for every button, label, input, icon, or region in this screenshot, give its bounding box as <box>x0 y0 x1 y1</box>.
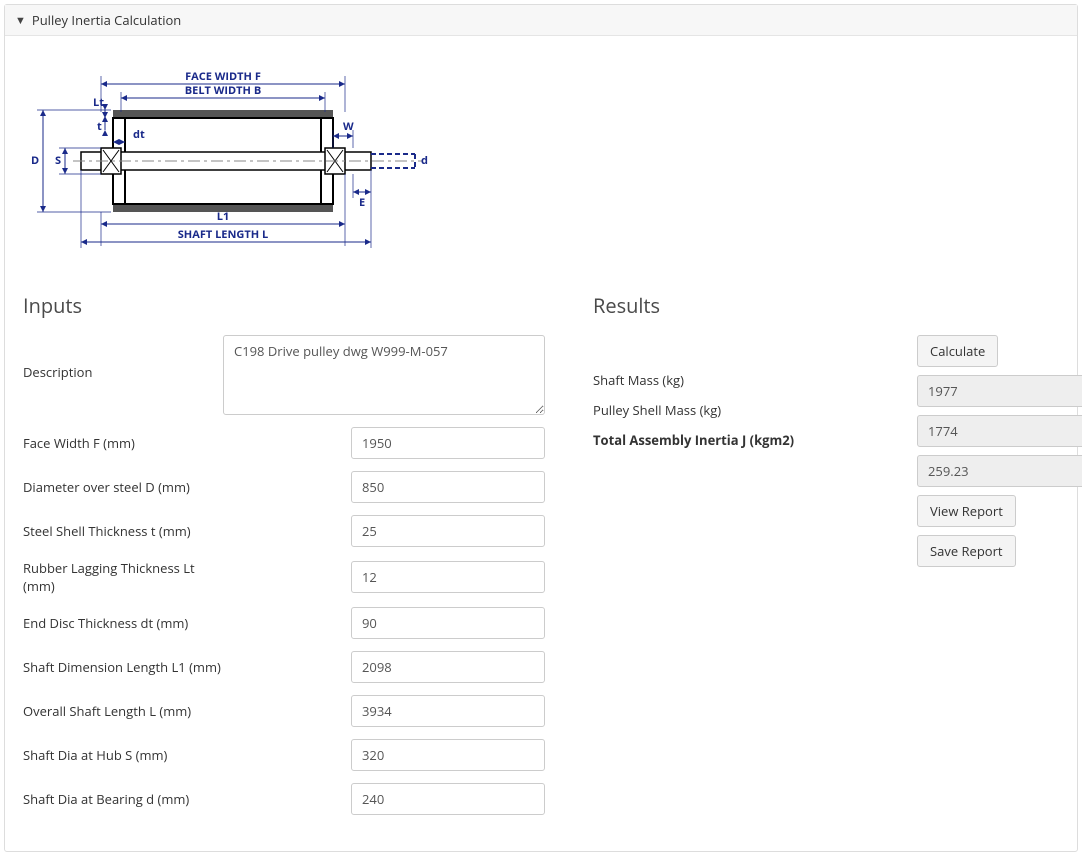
result-value: 1977 <box>917 375 1082 407</box>
inputs-heading: Inputs <box>23 292 545 319</box>
result-label: Total Assembly Inertia J (kgm2) <box>593 431 893 449</box>
input-field[interactable] <box>351 471 545 503</box>
result-label: Shaft Mass (kg) <box>593 371 893 389</box>
results-section: Results Shaft Mass (kg) Pulley Shell Mass… <box>593 292 1082 827</box>
input-label: Overall Shaft Length L (mm) <box>23 702 223 720</box>
input-label: Shaft Dia at Bearing d (mm) <box>23 790 223 808</box>
svg-text:S: S <box>55 153 61 168</box>
input-label: End Disc Thickness dt (mm) <box>23 614 223 632</box>
svg-text:E: E <box>359 195 365 210</box>
input-field[interactable] <box>351 515 545 547</box>
pulley-diagram: FACE WIDTH F BELT WIDTH B Lt t <box>23 64 1059 268</box>
result-label: Pulley Shell Mass (kg) <box>593 401 893 419</box>
input-label: Shaft Dia at Hub S (mm) <box>23 746 223 764</box>
input-field[interactable] <box>351 561 545 593</box>
svg-text:dt: dt <box>133 127 145 142</box>
save-report-button[interactable]: Save Report <box>917 535 1016 567</box>
result-value: 1774 <box>917 415 1082 447</box>
svg-text:FACE WIDTH F: FACE WIDTH F <box>185 69 261 84</box>
input-field[interactable] <box>351 739 545 771</box>
input-field[interactable] <box>351 783 545 815</box>
pulley-inertia-panel: ▼ Pulley Inertia Calculation <box>4 4 1078 852</box>
svg-text:t: t <box>97 119 102 134</box>
results-heading: Results <box>593 292 1082 319</box>
input-label: Shaft Dimension Length L1 (mm) <box>23 658 223 676</box>
svg-text:W: W <box>343 119 354 134</box>
panel-title: Pulley Inertia Calculation <box>32 11 181 29</box>
svg-text:d: d <box>421 153 428 168</box>
panel-body: FACE WIDTH F BELT WIDTH B Lt t <box>5 36 1077 851</box>
view-report-button[interactable]: View Report <box>917 495 1016 527</box>
svg-text:Lt: Lt <box>93 95 104 110</box>
input-field[interactable] <box>351 607 545 639</box>
chevron-down-icon: ▼ <box>15 13 26 28</box>
input-field[interactable] <box>351 695 545 727</box>
input-label: Diameter over steel D (mm) <box>23 478 223 496</box>
svg-text:SHAFT LENGTH L: SHAFT LENGTH L <box>178 227 268 242</box>
description-label: Description <box>23 335 223 381</box>
input-label: Rubber Lagging Thickness Lt (mm) <box>23 559 223 595</box>
calculate-button[interactable]: Calculate <box>917 335 998 367</box>
result-value: 259.23 <box>917 455 1082 487</box>
svg-text:BELT WIDTH B: BELT WIDTH B <box>185 83 261 98</box>
panel-header[interactable]: ▼ Pulley Inertia Calculation <box>5 5 1077 36</box>
svg-text:D: D <box>31 153 39 168</box>
description-input[interactable] <box>223 335 545 415</box>
input-field[interactable] <box>351 427 545 459</box>
svg-text:L1: L1 <box>217 209 230 224</box>
inputs-section: Inputs Description Face Width F (mm) Diam… <box>23 292 545 827</box>
input-field[interactable] <box>351 651 545 683</box>
input-label: Steel Shell Thickness t (mm) <box>23 522 223 540</box>
input-label: Face Width F (mm) <box>23 434 223 452</box>
